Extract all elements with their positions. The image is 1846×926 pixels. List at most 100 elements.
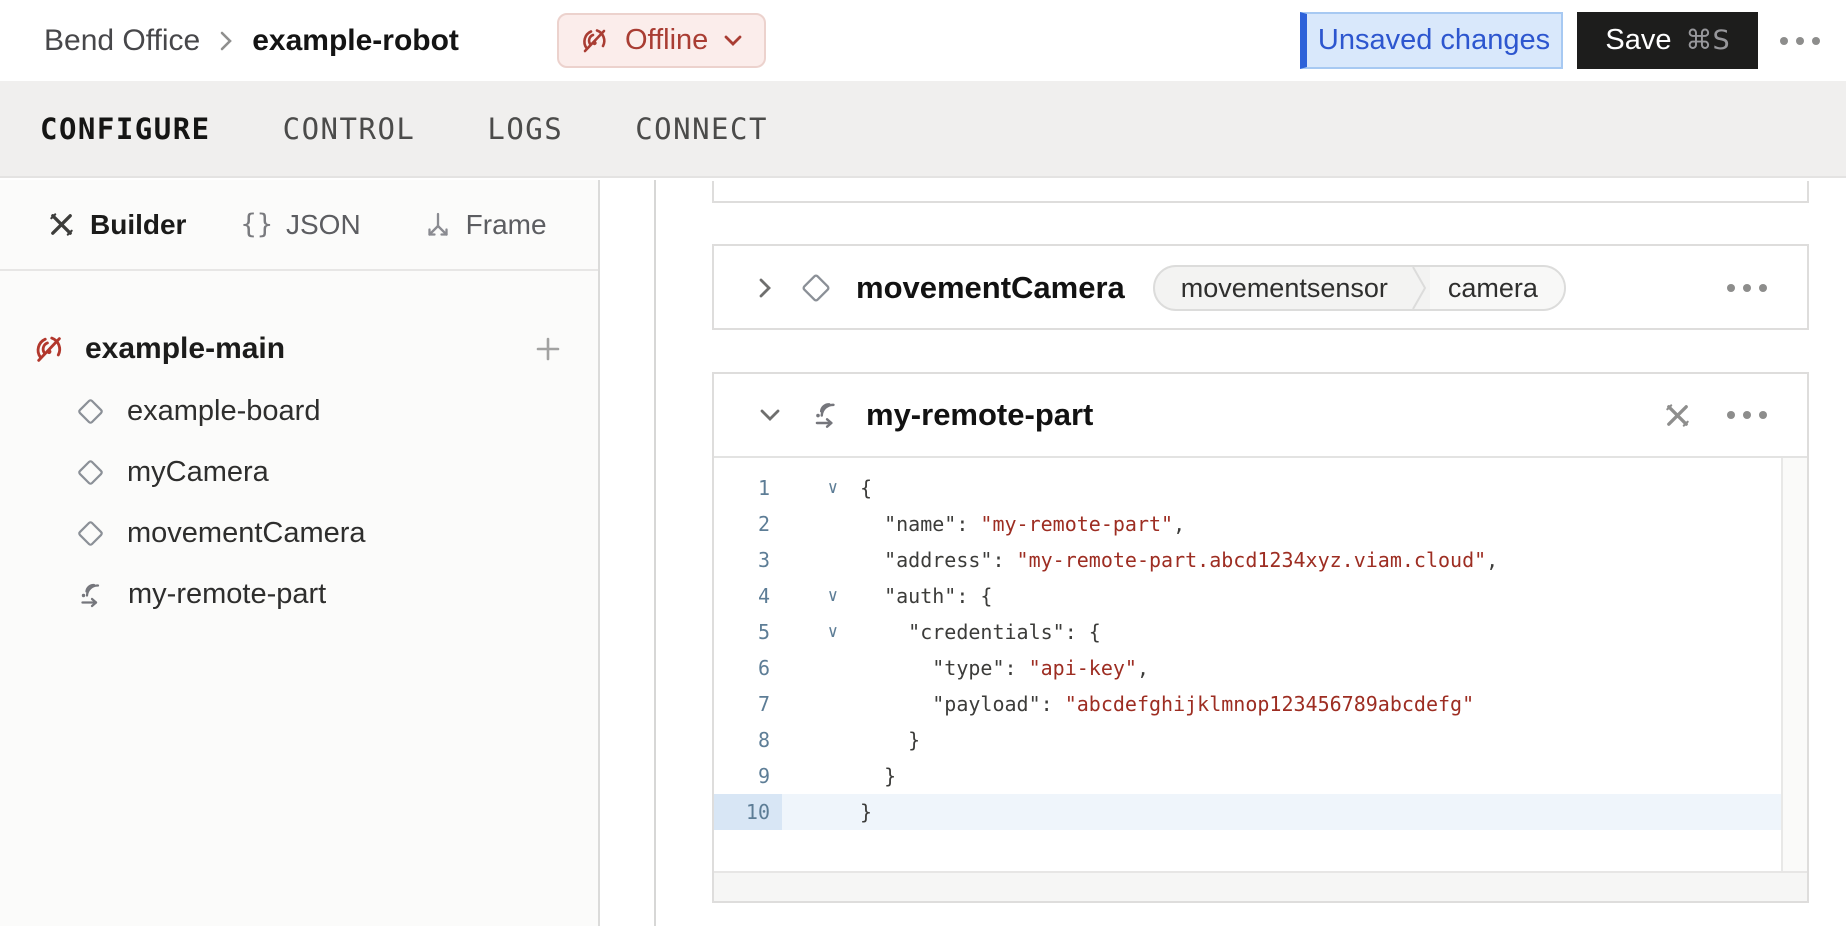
- mode-json[interactable]: {} JSON: [240, 209, 360, 241]
- fold-spacer: [782, 686, 860, 722]
- config-mode-switcher: Builder {} JSON Frame: [0, 180, 598, 271]
- tree-root-label: example-main: [85, 332, 285, 366]
- code-line-text: "name": "my-remote-part",: [860, 506, 1781, 542]
- tree-item-movementcamera[interactable]: movementCamera: [0, 503, 598, 564]
- component-type-chip: movementsensor camera: [1153, 265, 1566, 311]
- chevron-down-icon[interactable]: [756, 406, 784, 424]
- fold-spacer: [782, 758, 860, 794]
- code-line-text: {: [860, 470, 1781, 506]
- fold-spacer: [782, 542, 860, 578]
- fold-toggle-icon[interactable]: ∨: [782, 578, 860, 614]
- machine-tab-bar: CONFIGURE CONTROL LOGS CONNECT: [0, 81, 1846, 178]
- code-line: 8 }: [714, 722, 1807, 758]
- tree-item-my-remote-part[interactable]: my-remote-part: [0, 564, 598, 625]
- line-number: 2: [714, 506, 782, 542]
- breadcrumb: Bend Office example-robot: [44, 0, 459, 81]
- breadcrumb-org-link[interactable]: Bend Office: [44, 24, 200, 58]
- mode-builder-label: Builder: [90, 209, 186, 241]
- app-header: Bend Office example-robot Offline Unsave…: [0, 0, 1846, 81]
- code-line: 7 "payload": "abcdefghijklmnop123456789a…: [714, 686, 1807, 722]
- frame-axes-icon: [423, 210, 453, 240]
- partial-card-above: [712, 181, 1809, 203]
- line-number: 3: [714, 542, 782, 578]
- chip-segment-camera: camera: [1430, 267, 1564, 309]
- fold-toggle-icon[interactable]: ∨: [782, 614, 860, 650]
- code-line: 10}: [714, 794, 1807, 830]
- card-more-menu-button[interactable]: [1727, 411, 1767, 419]
- component-diamond-icon: [76, 519, 105, 548]
- line-number: 7: [714, 686, 782, 722]
- json-braces-icon: {}: [240, 209, 273, 240]
- fold-spacer: [782, 794, 860, 830]
- code-line-text: }: [860, 722, 1781, 758]
- chevron-right-icon[interactable]: [756, 274, 774, 302]
- card-more-menu-button[interactable]: [1727, 284, 1767, 292]
- save-shortcut-hint: ⌘S: [1685, 25, 1729, 56]
- mode-frame-label: Frame: [466, 209, 547, 241]
- code-line: 5∨ "credentials": {: [714, 614, 1807, 650]
- offline-signal-icon: [30, 331, 67, 368]
- code-line-text: "address": "my-remote-part.abcd1234xyz.v…: [860, 542, 1781, 578]
- tab-logs[interactable]: LOGS: [487, 112, 563, 146]
- card-footer-bar: [714, 871, 1807, 901]
- header-more-menu-button[interactable]: [1780, 37, 1820, 45]
- code-line-text: }: [860, 758, 1781, 794]
- json-code-editor[interactable]: 1∨{2 "name": "my-remote-part",3 "address…: [714, 458, 1807, 871]
- remote-part-icon: [810, 399, 842, 431]
- save-button[interactable]: Save ⌘S: [1577, 12, 1758, 69]
- line-number: 8: [714, 722, 782, 758]
- code-line: 4∨ "auth": {: [714, 578, 1807, 614]
- mode-json-label: JSON: [286, 209, 361, 241]
- builder-tools-icon[interactable]: [1662, 400, 1693, 431]
- offline-signal-icon: [577, 24, 611, 58]
- machine-status-dropdown[interactable]: Offline: [557, 13, 766, 68]
- code-line: 2 "name": "my-remote-part",: [714, 506, 1807, 542]
- remote-part-icon: [76, 580, 106, 610]
- fold-toggle-icon[interactable]: ∨: [782, 470, 860, 506]
- component-diamond-icon: [800, 272, 832, 304]
- line-number: 1: [714, 470, 782, 506]
- breadcrumb-machine-name: example-robot: [252, 24, 459, 58]
- my-remote-part-card: my-remote-part 1∨{2 "name": "my-remote-p…: [712, 372, 1809, 903]
- code-line-text: "auth": {: [860, 578, 1781, 614]
- fold-spacer: [782, 722, 860, 758]
- component-diamond-icon: [76, 397, 105, 426]
- line-number: 5: [714, 614, 782, 650]
- code-line-text: "type": "api-key",: [860, 650, 1781, 686]
- config-sidebar: Builder {} JSON Frame: [0, 180, 600, 926]
- code-line: 1∨{: [714, 470, 1807, 506]
- tab-configure[interactable]: CONFIGURE: [40, 112, 211, 146]
- line-number: 6: [714, 650, 782, 686]
- tab-control[interactable]: CONTROL: [283, 112, 416, 146]
- tab-connect[interactable]: CONNECT: [635, 112, 768, 146]
- code-line: 6 "type": "api-key",: [714, 650, 1807, 686]
- line-number: 10: [714, 794, 782, 830]
- tree-item-mycamera[interactable]: myCamera: [0, 442, 598, 503]
- editor-scrollbar[interactable]: [1781, 458, 1807, 871]
- save-button-label: Save: [1605, 24, 1671, 57]
- movementcamera-card: movementCamera movementsensor camera: [712, 244, 1809, 330]
- machine-status-label: Offline: [625, 24, 708, 57]
- fold-spacer: [782, 506, 860, 542]
- mode-builder[interactable]: Builder: [46, 209, 186, 241]
- my-remote-part-card-header: my-remote-part: [714, 374, 1807, 458]
- chip-divider-icon: [1410, 265, 1430, 311]
- tree-item-label: myCamera: [127, 456, 269, 489]
- mode-frame[interactable]: Frame: [423, 209, 547, 241]
- line-number: 4: [714, 578, 782, 614]
- code-line-text: }: [860, 794, 1781, 830]
- add-component-button[interactable]: [534, 335, 562, 363]
- part-tree: example-main example-board myCamera move…: [0, 271, 598, 625]
- unsaved-changes-indicator: Unsaved changes: [1300, 12, 1563, 69]
- breadcrumb-separator-icon: [218, 28, 234, 54]
- code-line-text: "payload": "abcdefghijklmnop123456789abc…: [860, 686, 1781, 722]
- line-number: 9: [714, 758, 782, 794]
- content-divider-line: [654, 180, 656, 926]
- movementcamera-card-header: movementCamera movementsensor camera: [714, 246, 1807, 330]
- code-editor-lines: 1∨{2 "name": "my-remote-part",3 "address…: [714, 470, 1807, 830]
- tree-item-label: my-remote-part: [128, 578, 326, 611]
- builder-tools-icon: [46, 209, 77, 240]
- component-diamond-icon: [76, 458, 105, 487]
- tree-root-example-main[interactable]: example-main: [0, 317, 598, 381]
- tree-item-example-board[interactable]: example-board: [0, 381, 598, 442]
